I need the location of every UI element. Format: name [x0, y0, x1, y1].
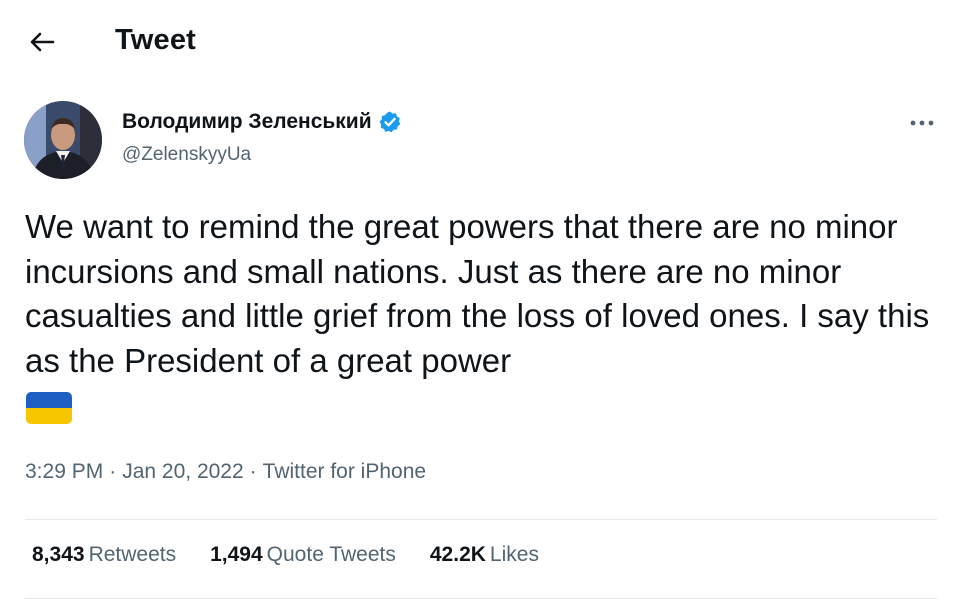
verified-badge-icon — [379, 111, 400, 133]
tweet-text: We want to remind the great powers that … — [25, 208, 930, 379]
quote-tweets-label: Quote Tweets — [266, 543, 396, 566]
separator: · — [109, 460, 117, 483]
separator: · — [249, 460, 257, 483]
retweets-count: 8,343 — [32, 543, 85, 566]
tweet-source[interactable]: Twitter for iPhone — [263, 460, 426, 483]
likes-label: Likes — [489, 543, 539, 566]
ukraine-flag-emoji — [26, 392, 72, 424]
arrow-left-icon — [30, 32, 55, 52]
avatar[interactable] — [24, 101, 102, 179]
page-title: Tweet — [115, 24, 197, 56]
tweet-date[interactable]: Jan 20, 2022 — [122, 460, 243, 483]
likes-stat[interactable]: 42.2K Likes — [430, 543, 539, 567]
quote-tweets-count: 1,494 — [210, 543, 263, 566]
author-name[interactable]: Володимир Зеленський — [122, 110, 402, 134]
retweets-stat[interactable]: 8,343 Retweets — [32, 543, 176, 567]
likes-count: 42.2K — [429, 543, 486, 566]
author-display-name: Володимир Зеленський — [122, 110, 372, 133]
author-handle[interactable]: @ZelenskyyUa — [122, 144, 251, 166]
profile-photo — [24, 101, 102, 179]
more-options-button[interactable] — [902, 108, 942, 138]
divider — [25, 598, 937, 599]
divider — [25, 519, 937, 520]
engagement-stats: 8,343 Retweets 1,494 Quote Tweets 42.2K Lik… — [32, 543, 539, 567]
retweets-label: Retweets — [88, 543, 177, 566]
tweet-timestamp: 3:29 PM · Jan 20, 2022 · Twitter for iPhone — [25, 460, 426, 484]
tweet-header: Tweet — [0, 0, 960, 84]
back-button[interactable] — [22, 22, 62, 62]
tweet-time[interactable]: 3:29 PM — [25, 460, 103, 483]
more-options-icon — [910, 120, 934, 126]
quote-tweets-stat[interactable]: 1,494 Quote Tweets — [210, 543, 396, 567]
